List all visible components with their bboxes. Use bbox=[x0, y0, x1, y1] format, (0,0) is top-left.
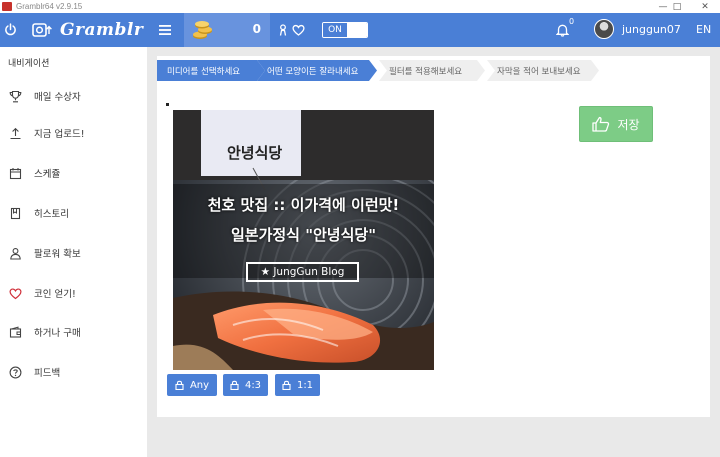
photo-headline-1: 천호 맛집 :: 이가격에 이런맛! bbox=[207, 196, 400, 214]
username[interactable]: junggun07 bbox=[622, 23, 681, 36]
step-select-media[interactable]: 미디어를 선택하세요 bbox=[157, 60, 265, 81]
coin-balance[interactable]: 0 bbox=[184, 13, 270, 47]
thumbs-up-icon bbox=[592, 116, 610, 132]
lock-icon bbox=[230, 380, 239, 390]
heart-icon[interactable] bbox=[292, 24, 305, 36]
history-icon bbox=[8, 206, 22, 220]
hamburger-menu-icon[interactable] bbox=[158, 23, 172, 37]
sidebar-item-schedule[interactable]: 스케쥴 bbox=[0, 162, 147, 184]
photo-sign-text: 안녕식당 bbox=[227, 144, 283, 162]
coins-icon bbox=[193, 21, 212, 39]
sidebar-item-buy[interactable]: 하거나 구매 bbox=[0, 321, 147, 343]
sidebar-item-label: 하거나 구매 bbox=[34, 328, 81, 339]
window-title: Gramblr64 v2.9.15 bbox=[16, 2, 83, 11]
sidebar-item-label: 스케쥴 bbox=[34, 169, 61, 180]
sidebar-item-label: 지금 업로드! bbox=[34, 129, 85, 140]
photo-headline-2: 일본가정식 "안녕식당" bbox=[230, 226, 377, 244]
crop-ratio-label: Any bbox=[189, 379, 210, 391]
instagram-upload-icon bbox=[32, 23, 52, 37]
crop-ratio-label: 1:1 bbox=[296, 379, 314, 391]
crop-ratio-any-button[interactable]: Any bbox=[167, 374, 217, 396]
wizard-steps: 미디어를 선택하세요 어떤 모양이든 잘라내세요 필터를 적용해보세요 자막을 … bbox=[157, 60, 607, 81]
sidebar-item-earn-coins[interactable]: 코인 얻기! bbox=[0, 282, 147, 304]
sidebar-item-daily-winners[interactable]: 매일 수상자 bbox=[0, 85, 147, 107]
heart-icon bbox=[8, 286, 22, 300]
crop-ratio-label: 4:3 bbox=[244, 379, 262, 391]
crop-ratio-4-3-button[interactable]: 4:3 bbox=[223, 374, 268, 396]
sidebar-item-label: 매일 수상자 bbox=[34, 92, 81, 103]
crop-ratio-1-1-button[interactable]: 1:1 bbox=[275, 374, 320, 396]
calendar-icon bbox=[8, 166, 22, 180]
save-button-label: 저장 bbox=[617, 117, 640, 132]
notification-count: 0 bbox=[569, 17, 575, 26]
app-icon bbox=[2, 2, 12, 11]
avatar[interactable] bbox=[594, 19, 614, 39]
upload-icon bbox=[8, 126, 22, 140]
user-icon bbox=[8, 246, 22, 260]
photo-badge: ★ JungGun Blog bbox=[246, 262, 359, 282]
sidebar-item-label: 피드백 bbox=[34, 368, 61, 379]
coin-count: 0 bbox=[252, 22, 261, 36]
step-crop[interactable]: 어떤 모양이든 잘라내세요 bbox=[257, 60, 377, 81]
toggle-knob bbox=[347, 23, 367, 37]
sidebar-item-history[interactable]: 히스토리 bbox=[0, 202, 147, 224]
language-selector[interactable]: EN bbox=[696, 23, 711, 36]
lock-icon bbox=[282, 380, 291, 390]
sidebar-heading: 내비게이션 bbox=[8, 59, 50, 69]
sidebar-item-get-followers[interactable]: 팔로워 확보 bbox=[0, 242, 147, 264]
user-icon[interactable] bbox=[278, 24, 288, 36]
crop-handle[interactable] bbox=[166, 103, 169, 106]
power-icon[interactable] bbox=[4, 23, 17, 36]
app-header: Gramblr 0 ON 0 junggun07 EN bbox=[0, 13, 720, 47]
sidebar-item-label: 히스토리 bbox=[34, 209, 69, 220]
crop-image[interactable]: 안녕식당 천호 맛집 :: 이가격에 이런맛! 일본가정식 "안녕식당" ★ J… bbox=[173, 110, 434, 370]
lock-icon bbox=[175, 380, 184, 390]
step-filter[interactable]: 필터를 적용해보세요 bbox=[379, 60, 485, 81]
toggle-label: ON bbox=[323, 23, 347, 37]
sidebar-item-upload-now[interactable]: 지금 업로드! bbox=[0, 122, 147, 144]
window-titlebar: Gramblr64 v2.9.15 — □ ✕ bbox=[0, 0, 720, 13]
sidebar: 내비게이션 매일 수상자 지금 업로드! 스케쥴 히스토리 팔로워 확보 코인 bbox=[0, 47, 147, 457]
wallet-icon bbox=[8, 325, 22, 339]
question-icon bbox=[8, 365, 22, 379]
sidebar-item-label: 코인 얻기! bbox=[34, 289, 76, 300]
bell-icon[interactable] bbox=[556, 23, 569, 37]
save-button[interactable]: 저장 bbox=[579, 106, 653, 142]
sidebar-item-feedback[interactable]: 피드백 bbox=[0, 361, 147, 383]
on-off-toggle[interactable]: ON bbox=[322, 22, 368, 38]
sidebar-item-label: 팔로워 확보 bbox=[34, 249, 81, 260]
trophy-icon bbox=[8, 89, 22, 103]
step-caption[interactable]: 자막을 적어 보내보세요 bbox=[487, 60, 599, 81]
app-logo: Gramblr bbox=[60, 20, 144, 40]
close-button[interactable]: ✕ bbox=[690, 0, 720, 13]
maximize-button[interactable]: □ bbox=[662, 0, 692, 13]
